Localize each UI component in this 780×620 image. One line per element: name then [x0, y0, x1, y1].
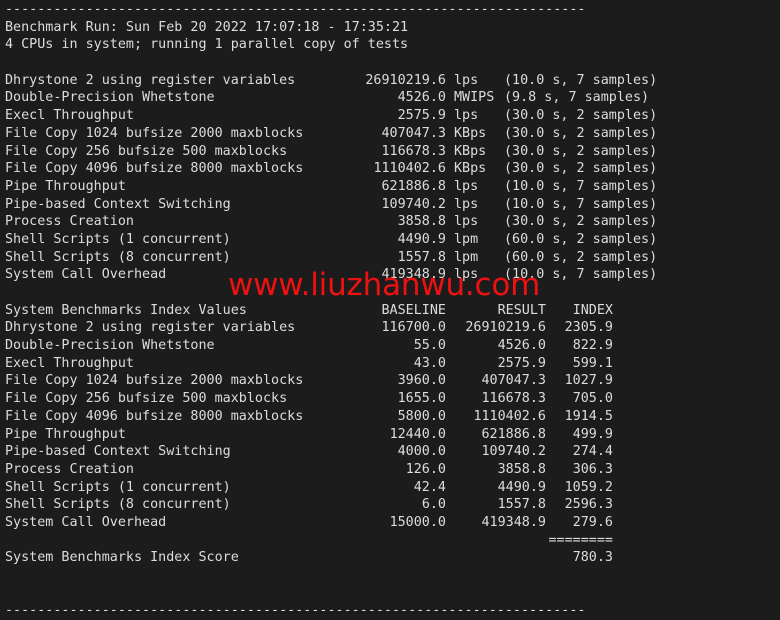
result-unit: lps — [454, 108, 479, 124]
index-row: Process Creation 126.0 3858.8 306.3 — [5, 461, 775, 479]
result-timing: (10.0 s, 7 samples) — [504, 196, 658, 212]
cpu-info-line: 4 CPUs in system; running 1 parallel cop… — [5, 37, 409, 53]
index-row: Pipe Throughput 12440.0 621886.8 499.9 — [5, 426, 775, 444]
index-value: 499.9 — [572, 426, 613, 442]
terminal-window: ----------------------------------------… — [0, 0, 780, 618]
index-value: 599.1 — [572, 355, 613, 371]
result-value: 419348.9 — [381, 267, 447, 283]
result-row: File Copy 256 bufsize 500 maxblocks 1166… — [5, 143, 775, 161]
result-unit: lpm — [454, 249, 479, 265]
index-row: Execl Throughput 43.0 2575.9 599.1 — [5, 355, 775, 373]
result-row: Pipe Throughput 621886.8 lps (10.0 s, 7 … — [5, 178, 775, 196]
index-value: 306.3 — [572, 461, 613, 477]
index-value: 1914.5 — [564, 408, 613, 424]
result-row: Execl Throughput 2575.9 lps (30.0 s, 2 s… — [5, 107, 775, 125]
result-row: Double-Precision Whetstone 4526.0 MWIPS … — [5, 89, 775, 107]
index-row: File Copy 4096 bufsize 8000 maxblocks 58… — [5, 408, 775, 426]
index-value: 822.9 — [572, 338, 613, 354]
result-unit: MWIPS — [454, 90, 495, 106]
result-unit: lps — [454, 267, 479, 283]
separator-bottom: ----------------------------------------… — [5, 603, 586, 619]
result-value: 2575.9 — [397, 108, 446, 124]
result-timing: (60.0 s, 2 samples) — [504, 231, 658, 247]
result-row: Shell Scripts (8 concurrent) 1557.8 lpm … — [5, 249, 775, 267]
result-timing: (30.0 s, 2 samples) — [504, 125, 658, 141]
result-unit: lps — [454, 214, 479, 230]
result-unit: lps — [454, 178, 479, 194]
result-value: 4526.0 — [397, 90, 446, 106]
index-row: Pipe-based Context Switching 4000.0 1097… — [5, 443, 775, 461]
result-timing: (30.0 s, 2 samples) — [504, 161, 658, 177]
index-score-value: 780.3 — [572, 550, 613, 566]
separator-top: ----------------------------------------… — [5, 2, 586, 17]
index-value: 1059.2 — [564, 479, 613, 495]
column-header-index: INDEX — [572, 302, 613, 318]
result-unit: lps — [454, 72, 479, 88]
result-unit: KBps — [454, 143, 487, 159]
result-timing: (30.0 s, 2 samples) — [504, 108, 658, 124]
result-row: Shell Scripts (1 concurrent) 4490.9 lpm … — [5, 231, 775, 249]
equals-rule: ======== — [548, 532, 614, 548]
result-row: File Copy 4096 bufsize 8000 maxblocks 11… — [5, 160, 775, 178]
index-value: 1027.9 — [564, 373, 613, 389]
index-row: System Call Overhead 15000.0 419348.9 27… — [5, 514, 775, 532]
benchmark-run-line: Benchmark Run: Sun Feb 20 2022 17:07:18 … — [5, 19, 409, 35]
result-value: 4490.9 — [397, 231, 446, 247]
result-row: Pipe-based Context Switching 109740.2 lp… — [5, 196, 775, 214]
result-value: 1557.8 — [397, 249, 446, 265]
index-row: Double-Precision Whetstone 55.0 4526.0 8… — [5, 337, 775, 355]
index-value: 274.4 — [572, 444, 613, 460]
result-value: 109740.2 — [381, 196, 447, 212]
result-timing: (9.8 s, 7 samples) — [504, 90, 650, 106]
result-row: File Copy 1024 bufsize 2000 maxblocks 40… — [5, 125, 775, 143]
result-value: 621886.8 — [381, 178, 447, 194]
result-timing: (10.0 s, 7 samples) — [504, 72, 658, 88]
result-timing: (60.0 s, 2 samples) — [504, 249, 658, 265]
result-value: 407047.3 — [381, 125, 447, 141]
result-unit: KBps — [454, 125, 487, 141]
result-value: 3858.8 — [397, 214, 446, 230]
index-table-header: System Benchmarks Index Values BASELINE … — [5, 302, 775, 320]
result-row: Process Creation 3858.8 lps (30.0 s, 2 s… — [5, 213, 775, 231]
result-timing: (30.0 s, 2 samples) — [504, 214, 658, 230]
result-value: 26910219.6 — [365, 72, 446, 88]
index-row: File Copy 1024 bufsize 2000 maxblocks 39… — [5, 372, 775, 390]
result-value: 1110402.6 — [373, 161, 446, 177]
result-unit: lpm — [454, 231, 479, 247]
index-row: Shell Scripts (1 concurrent) 42.4 4490.9… — [5, 479, 775, 497]
result-row: Dhrystone 2 using register variables 269… — [5, 72, 775, 90]
index-value: 2596.3 — [564, 497, 613, 513]
result-unit: lps — [454, 196, 479, 212]
terminal-output: ----------------------------------------… — [5, 1, 775, 620]
index-value: 2305.9 — [564, 320, 613, 336]
index-row: Dhrystone 2 using register variables 116… — [5, 319, 775, 337]
index-value: 279.6 — [572, 514, 613, 530]
index-score-row: System Benchmarks Index Score 780.3 — [5, 549, 775, 567]
result-timing: (30.0 s, 2 samples) — [504, 143, 658, 159]
equals-separator: ======== — [5, 532, 775, 550]
index-row: File Copy 256 bufsize 500 maxblocks 1655… — [5, 390, 775, 408]
result-timing: (10.0 s, 7 samples) — [504, 178, 658, 194]
index-row: Shell Scripts (8 concurrent) 6.0 1557.8 … — [5, 496, 775, 514]
result-value: 116678.3 — [381, 143, 447, 159]
result-unit: KBps — [454, 161, 487, 177]
result-row: System Call Overhead 419348.9 lps (10.0 … — [5, 266, 775, 284]
result-timing: (10.0 s, 7 samples) — [504, 267, 658, 283]
index-value: 705.0 — [572, 391, 613, 407]
